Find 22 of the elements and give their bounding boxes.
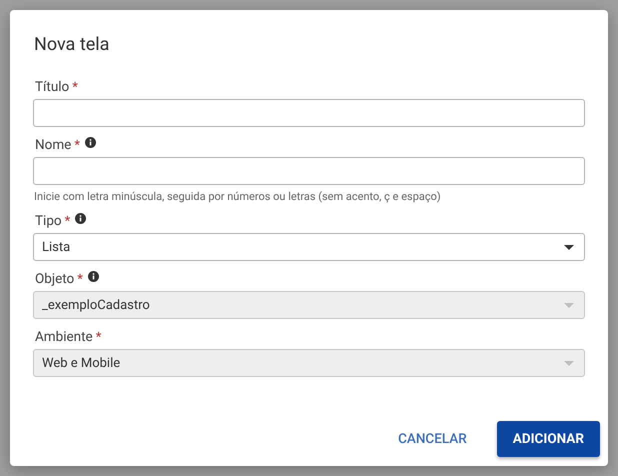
text-field[interactable] <box>33 99 585 127</box>
required-asterisk: * <box>74 138 80 152</box>
field-label: Ambiente <box>35 329 93 345</box>
field-label: Nome <box>35 137 72 153</box>
required-asterisk: * <box>72 80 78 94</box>
cancel-button[interactable]: CANCELAR <box>392 423 473 455</box>
field-label: Título <box>35 79 70 95</box>
required-asterisk: * <box>64 214 70 228</box>
field-label: Objeto <box>35 271 74 287</box>
required-asterisk: * <box>96 330 102 344</box>
text-field[interactable] <box>33 157 585 185</box>
info-icon[interactable] <box>75 212 86 224</box>
caret-icon <box>564 244 574 250</box>
info-icon[interactable] <box>84 136 96 148</box>
caret-icon <box>564 302 574 308</box>
field-label: Tipo <box>35 213 62 229</box>
dialog-title: Nova tela <box>34 34 110 56</box>
hint-text: Inicie com letra minúscula, seguida por números ou letras (sem acento, ç e espaço) <box>34 190 442 203</box>
select-field[interactable]: Lista <box>33 233 585 261</box>
add-button[interactable]: ADICIONAR <box>496 421 600 457</box>
required-asterisk: * <box>77 272 83 286</box>
caret-icon <box>564 360 574 366</box>
